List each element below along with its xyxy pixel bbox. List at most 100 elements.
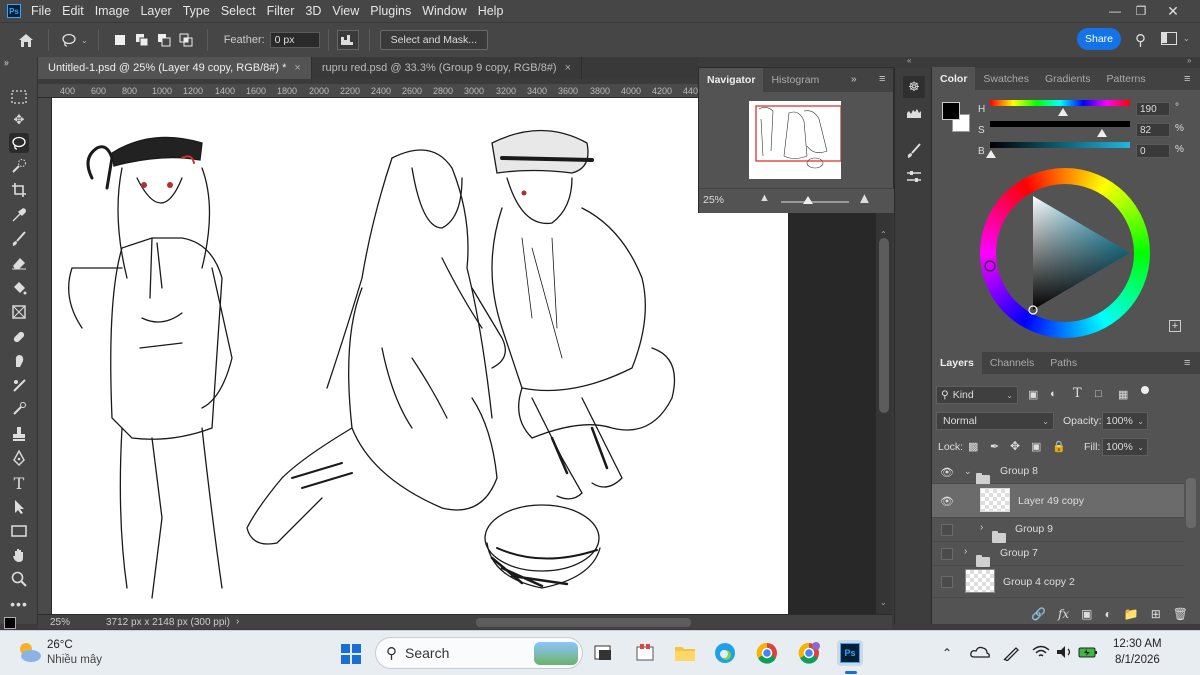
search-icon[interactable]: ⚲: [1135, 31, 1146, 49]
add-icon[interactable]: +: [1169, 320, 1181, 332]
layer-name[interactable]: Group 8: [1000, 465, 1038, 477]
chevron-right-icon[interactable]: ›: [236, 616, 239, 627]
file-explorer-icon[interactable]: [672, 640, 698, 666]
chevron-down-icon[interactable]: ⌄: [880, 598, 887, 607]
close-icon[interactable]: ✕: [1158, 0, 1188, 22]
menu-view[interactable]: View: [332, 4, 359, 18]
tab-navigator[interactable]: Navigator: [699, 68, 764, 92]
tab-color[interactable]: Color: [932, 67, 976, 91]
layer-name[interactable]: Group 9: [1015, 523, 1053, 535]
navigator-panel-icon[interactable]: ☸: [903, 76, 925, 98]
brightness-slider[interactable]: [990, 142, 1130, 148]
brightness-slider-handle[interactable]: [986, 150, 996, 158]
lock-image-icon[interactable]: ✒: [990, 440, 999, 453]
saturation-slider[interactable]: [990, 121, 1130, 127]
visibility-toggle[interactable]: [941, 524, 953, 536]
photoshop-taskbar-icon[interactable]: Ps: [837, 640, 863, 666]
lock-all-icon[interactable]: 🔒: [1052, 440, 1066, 453]
zoom-slider[interactable]: [781, 201, 849, 203]
filter-toggle-icon[interactable]: [1141, 386, 1149, 394]
pen-tablet-icon[interactable]: [1002, 645, 1020, 664]
layer-row-layer-49-copy[interactable]: 👁 Layer 49 copy: [932, 484, 1184, 518]
menu-window[interactable]: Window: [422, 4, 466, 18]
taskbar-search[interactable]: ⚲ Search: [375, 637, 583, 669]
clock-time[interactable]: 12:30 AM: [1113, 638, 1162, 650]
collapse-dock-icon[interactable]: «: [907, 56, 911, 65]
chrome-profile-icon[interactable]: [796, 640, 822, 666]
tab-histogram[interactable]: Histogram: [763, 68, 827, 92]
hue-input[interactable]: [1136, 102, 1170, 116]
zoom-tool-icon[interactable]: [9, 569, 29, 589]
saturation-input[interactable]: [1136, 123, 1170, 137]
scrollbar-thumb[interactable]: [879, 238, 889, 413]
feather-input[interactable]: [269, 32, 320, 48]
brush-settings-icon[interactable]: [903, 140, 925, 162]
move-tool-icon[interactable]: ✥: [9, 110, 29, 130]
hue-slider[interactable]: [990, 100, 1130, 106]
weather-cloud-icon[interactable]: [16, 641, 42, 663]
panel-menu-icon[interactable]: ≡: [1184, 357, 1190, 369]
menu-help[interactable]: Help: [478, 4, 504, 18]
filter-type-icon[interactable]: T: [1073, 386, 1082, 401]
intersect-selection-icon[interactable]: [175, 33, 197, 47]
zoom-out-icon[interactable]: ▲: [759, 192, 770, 204]
photoshop-logo-icon[interactable]: Ps: [7, 4, 21, 18]
visibility-toggle[interactable]: [941, 576, 953, 588]
visibility-toggle[interactable]: [941, 548, 953, 560]
eraser-tool-icon[interactable]: [9, 253, 29, 273]
link-layers-icon[interactable]: 🔗: [1031, 607, 1046, 621]
zoom-slider-handle[interactable]: [803, 196, 813, 204]
filter-pixel-icon[interactable]: ▣: [1028, 388, 1038, 401]
hand-tool-icon[interactable]: [9, 545, 29, 565]
tab-untitled-1[interactable]: Untitled-1.psd @ 25% (Layer 49 copy, RGB…: [38, 57, 312, 79]
horizontal-scrollbar-thumb[interactable]: [476, 618, 691, 627]
collapse-panels-icon[interactable]: »: [4, 57, 9, 67]
close-tab-icon[interactable]: ×: [294, 62, 300, 74]
menu-3d[interactable]: 3D: [305, 4, 321, 18]
delete-layer-icon[interactable]: 🗑: [1173, 607, 1188, 621]
quick-selection-tool-icon[interactable]: [9, 156, 29, 176]
new-group-icon[interactable]: 📁: [1124, 607, 1139, 621]
panel-menu-icon[interactable]: ≡: [879, 73, 885, 85]
lock-transparent-icon[interactable]: ▩: [968, 440, 978, 453]
share-button[interactable]: Share: [1077, 28, 1121, 50]
brightness-input[interactable]: [1136, 144, 1170, 158]
menu-edit[interactable]: Edit: [62, 4, 84, 18]
home-icon[interactable]: [14, 33, 38, 48]
clone-stamp-tool-icon[interactable]: [9, 375, 29, 395]
menu-filter[interactable]: Filter: [267, 4, 295, 18]
menu-image[interactable]: Image: [95, 4, 130, 18]
filter-smart-object-icon[interactable]: ▦: [1118, 388, 1128, 401]
type-tool-icon[interactable]: T: [9, 473, 29, 493]
lock-artboard-icon[interactable]: ▣: [1031, 440, 1041, 453]
opacity-input[interactable]: 100% ⌄: [1102, 412, 1148, 430]
menu-select[interactable]: Select: [221, 4, 256, 18]
filter-adjustment-icon[interactable]: ◐: [1050, 388, 1057, 400]
saturation-slider-handle[interactable]: [1097, 129, 1107, 137]
subtract-selection-icon[interactable]: [153, 33, 175, 47]
crop-tool-icon[interactable]: [9, 180, 29, 200]
menu-file[interactable]: File: [31, 4, 51, 18]
menu-type[interactable]: Type: [183, 4, 210, 18]
app-icon[interactable]: [632, 640, 658, 666]
zoom-in-icon[interactable]: ▲: [857, 190, 872, 207]
weather-desc[interactable]: Nhiều mây: [47, 654, 102, 666]
color-wheel[interactable]: [980, 168, 1150, 338]
windows-start-icon[interactable]: [338, 641, 364, 667]
adjustments-panel-icon[interactable]: [903, 166, 925, 188]
smudge-tool-icon[interactable]: [9, 351, 29, 371]
path-selection-tool-icon[interactable]: [9, 497, 29, 517]
layer-name[interactable]: Group 7: [1000, 547, 1038, 559]
tab-paths[interactable]: Paths: [1042, 351, 1085, 375]
anti-alias-icon[interactable]: [336, 30, 359, 50]
layer-row-group-8[interactable]: 👁 ⌄ Group 8: [932, 460, 1184, 485]
navigator-preview[interactable]: [749, 101, 842, 179]
tab-swatches[interactable]: Swatches: [975, 67, 1037, 91]
layer-name[interactable]: Layer 49 copy: [1018, 495, 1084, 507]
add-mask-icon[interactable]: ▣: [1081, 607, 1092, 621]
stamp-tool-icon[interactable]: [9, 424, 29, 444]
tab-rupru-red[interactable]: rupru red.psd @ 33.3% (Group 9 copy, RGB…: [312, 57, 583, 79]
layer-row-group-7[interactable]: › Group 7: [932, 542, 1184, 567]
edge-browser-icon[interactable]: [712, 640, 738, 666]
new-adjustment-icon[interactable]: ◐: [1105, 607, 1112, 621]
